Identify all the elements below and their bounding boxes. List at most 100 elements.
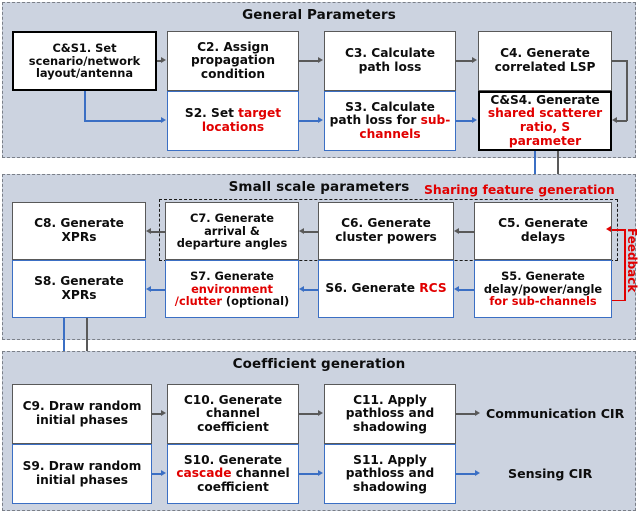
box-c6-line1: C6. Generate xyxy=(341,216,431,231)
box-s9[interactable]: S9. Draw random initial phases xyxy=(12,444,152,504)
connector-s6-to-s7 xyxy=(304,289,318,291)
box-s11-line1: S11. Apply xyxy=(353,452,427,467)
box-s8-line2: XPRs xyxy=(61,288,97,302)
connector-s5-to-s6 xyxy=(459,289,474,291)
box-cs4-line3: ratio, S parameter xyxy=(508,120,582,148)
box-s7[interactable]: S7. Generate environment /clutter (optio… xyxy=(165,260,299,318)
arrowhead-cs4-in-right xyxy=(612,116,617,123)
box-s11[interactable]: S11. Apply pathloss and shadowing xyxy=(324,444,456,504)
arrowhead-feedback-into-c5 xyxy=(606,225,611,232)
output-communication-cir: Communication CIR xyxy=(486,406,625,421)
box-cs4[interactable]: C&S4. Generate shared scatterer ratio, S… xyxy=(478,91,612,151)
box-c9-line2: initial phases xyxy=(35,413,129,427)
connector-s3-to-cs4 xyxy=(456,120,473,122)
box-s10-highlight: cascade xyxy=(176,466,232,481)
connector-feedback-top xyxy=(612,229,626,231)
connector-feedback-bottom xyxy=(612,299,626,302)
box-s9-line2: initial phases xyxy=(35,473,129,487)
connector-cs1-to-s2 xyxy=(84,120,161,122)
box-s8-line1: S8. Generate xyxy=(34,274,124,289)
arrowhead-c8-in xyxy=(146,227,151,234)
box-c4-line1: C4. Generate xyxy=(500,46,590,61)
flowchart-diagram: General Parameters C&S1. Set scenario/ne… xyxy=(0,0,640,513)
box-c11-line3: shadowing xyxy=(352,419,428,434)
box-s3-highlight1: sub- xyxy=(420,113,451,128)
arrowhead-s7-in xyxy=(299,285,304,292)
box-s2-highlight: target xyxy=(238,106,282,121)
arrowhead-comm-cir xyxy=(475,409,480,416)
connector-c2-to-c3 xyxy=(299,60,319,62)
arrowhead-cs4-in-left xyxy=(472,116,477,123)
box-c8-line1: C8. Generate xyxy=(34,216,124,231)
arrowhead-c4-in xyxy=(472,56,477,63)
box-s10-line3: coefficient xyxy=(197,479,269,494)
arrowhead-s8-in xyxy=(146,285,151,292)
box-s6-highlight: RCS xyxy=(419,281,447,296)
box-s7-highlight2: /clutter xyxy=(174,294,222,309)
section-title-general: General Parameters xyxy=(242,7,396,23)
box-s6-line1: S6. Generate xyxy=(325,281,420,296)
box-s3-line1: S3. Calculate xyxy=(345,99,435,114)
box-c7[interactable]: C7. Generate arrival & departure angles xyxy=(165,202,299,260)
box-c3[interactable]: C3. Calculate path loss xyxy=(324,31,456,91)
box-cs1-line3: layout/antenna xyxy=(35,66,134,81)
arrowhead-c2-in xyxy=(161,56,166,63)
box-c11[interactable]: C11. Apply pathloss and shadowing xyxy=(324,384,456,444)
box-c9-line1: C9. Draw random xyxy=(22,399,142,414)
box-s2-line1: S2. Set xyxy=(184,106,239,121)
arrowhead-c3-in xyxy=(318,56,323,63)
box-c8-line2: XPRs xyxy=(61,230,97,244)
box-c3-line2: path loss xyxy=(358,60,422,74)
box-c2-line3: condition xyxy=(200,66,266,81)
label-feedback: Feedback xyxy=(625,228,639,293)
arrowhead-s6-in xyxy=(454,285,459,292)
box-s10-line2: channel xyxy=(231,466,290,481)
box-c11-line1: C11. Apply xyxy=(353,392,427,407)
box-s11-line3: shadowing xyxy=(352,479,428,494)
connector-s7-to-s8 xyxy=(151,289,165,291)
box-s5[interactable]: S5. Generate delay/power/angle for sub-c… xyxy=(474,260,612,318)
arrowhead-s11-in xyxy=(318,469,323,476)
box-c6-line2: cluster powers xyxy=(335,230,437,244)
box-c8[interactable]: C8. Generate XPRs xyxy=(12,202,146,260)
box-s7-optional: (optional) xyxy=(221,294,290,309)
arrowhead-sens-cir xyxy=(475,469,480,476)
box-s3-line2: path loss for xyxy=(329,113,421,128)
section-title-coefficient: Coefficient generation xyxy=(232,356,406,372)
box-cs4-line1: C&S4. Generate xyxy=(490,92,600,107)
connector-s10-to-s11 xyxy=(299,473,319,475)
box-c5[interactable]: C5. Generate delays xyxy=(474,202,612,260)
box-c9[interactable]: C9. Draw random initial phases xyxy=(12,384,152,444)
box-c10[interactable]: C10. Generate channel coefficient xyxy=(167,384,299,444)
arrowhead-c11-in xyxy=(318,409,323,416)
box-c6[interactable]: C6. Generate cluster powers xyxy=(318,202,454,260)
box-s2-line2: locations xyxy=(201,120,265,134)
box-c2[interactable]: C2. Assign propagation condition xyxy=(167,31,299,91)
arrowhead-s10-in xyxy=(161,469,166,476)
box-c2-line2: propagation xyxy=(190,53,276,68)
box-s10[interactable]: S10. Generate cascade channel coefficien… xyxy=(167,444,299,504)
box-c2-line1: C2. Assign xyxy=(197,39,269,54)
box-s8[interactable]: S8. Generate XPRs xyxy=(12,260,146,318)
connector-c11-to-output xyxy=(456,413,476,415)
box-c5-line1: C5. Generate xyxy=(498,216,588,231)
output-sensing-cir: Sensing CIR xyxy=(508,466,593,481)
box-s6[interactable]: S6. Generate RCS xyxy=(318,260,454,318)
box-s9-line1: S9. Draw random xyxy=(22,459,142,474)
connector-c3-to-c4 xyxy=(456,60,473,62)
connector-c7-to-c8 xyxy=(151,231,165,233)
connector-c10-to-c11 xyxy=(299,413,319,415)
box-cs4-line2: shared scatterer xyxy=(487,106,603,121)
box-s2[interactable]: S2. Set target locations xyxy=(167,91,299,151)
box-c4[interactable]: C4. Generate correlated LSP xyxy=(478,31,612,91)
box-s3-highlight2: channels xyxy=(359,126,421,141)
connector-c6-to-c7 xyxy=(304,231,318,233)
connector-cs1-down xyxy=(84,91,86,121)
arrowhead-c7-in xyxy=(299,227,304,234)
box-s5-highlight: for sub-channels xyxy=(489,294,597,309)
box-s3[interactable]: S3. Calculate path loss for sub- channel… xyxy=(324,91,456,151)
box-cs1[interactable]: C&S1. Set scenario/network layout/antenn… xyxy=(12,31,157,91)
label-sharing-feature-generation: Sharing feature generation xyxy=(424,182,615,197)
connector-into-cs4 xyxy=(617,120,627,122)
box-c10-line1: C10. Generate xyxy=(183,392,283,407)
